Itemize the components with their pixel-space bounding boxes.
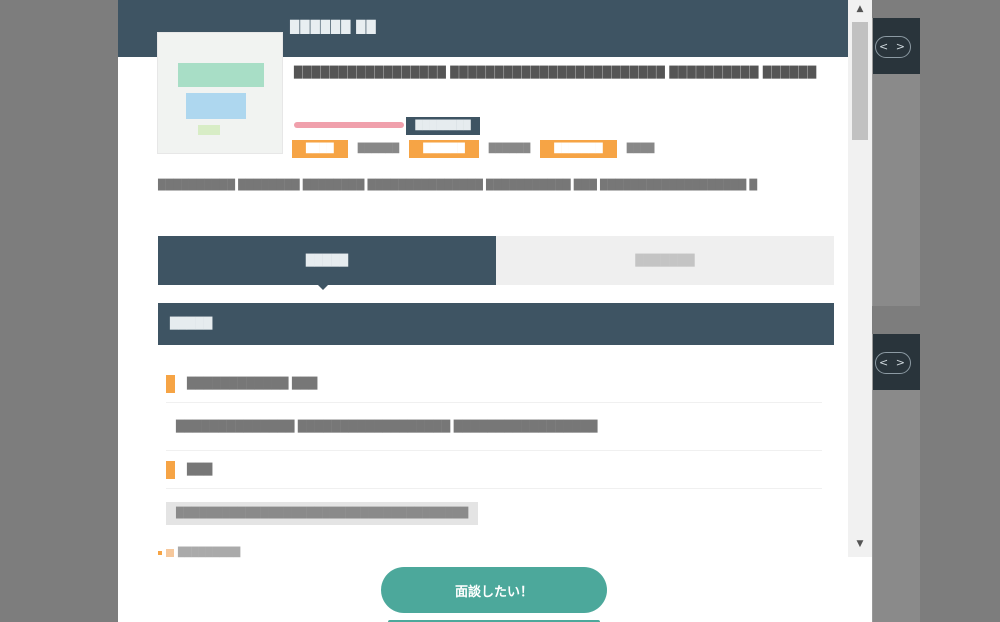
job-title: █████████████████ ██████████████████████… xyxy=(294,66,817,79)
background-card: < > xyxy=(872,334,920,622)
request-interview-button[interactable]: 面談したい！ xyxy=(381,567,607,613)
bullet-icon xyxy=(158,551,162,555)
row-label: ██████████████ ██████████████████ ██████… xyxy=(176,420,598,433)
row-marker xyxy=(166,549,174,557)
thumbnail-block xyxy=(178,63,264,87)
salary-bar xyxy=(294,122,404,128)
thumbnail-block xyxy=(198,125,220,135)
pager-arrows: < > xyxy=(875,36,911,58)
job-lead-text: ██████████ ████████ ████████ ███████████… xyxy=(158,180,758,191)
scrollbar-thumb[interactable] xyxy=(852,22,868,140)
background-card: < > xyxy=(872,18,920,306)
list-item: ██████████████ ██████████████████ ██████… xyxy=(166,403,822,451)
thumbnail-block xyxy=(186,93,246,119)
row-label: ██████████████████████████████████████ xyxy=(166,501,479,525)
info-list: ████████████ ███ ██████████████ ████████… xyxy=(166,365,822,537)
list-item-partial: █████████ xyxy=(158,548,240,558)
row-marker xyxy=(166,460,175,479)
background-card-header: < > xyxy=(873,18,920,74)
tag: ████ xyxy=(292,140,348,158)
pager-arrows: < > xyxy=(875,352,911,374)
background-card-header: < > xyxy=(873,334,920,390)
row-label: ███ xyxy=(187,463,213,476)
scroll-up-arrow-icon[interactable]: ▲ xyxy=(848,4,872,18)
tab-other[interactable]: ███████ xyxy=(496,236,834,285)
detail-tabs: █████ ███████ xyxy=(158,236,834,290)
tag: ██████ xyxy=(488,144,531,154)
tab-label: ███████ xyxy=(635,254,695,267)
row-label: █████████ xyxy=(178,548,241,558)
tag: ██████ xyxy=(409,140,479,158)
tab-label: █████ xyxy=(305,254,349,267)
scroll-down-arrow-icon[interactable]: ▼ xyxy=(848,539,872,553)
tab-details[interactable]: █████ xyxy=(158,236,496,290)
modal-scrollbar[interactable]: ▲ ▼ xyxy=(848,0,872,557)
section-title: █████ xyxy=(158,303,834,345)
list-item: ██████████████████████████████████████ xyxy=(166,489,822,537)
list-item: ███ xyxy=(166,451,822,489)
job-detail-modal: ██████ ██ █████████████████ ████████████… xyxy=(118,0,872,622)
row-marker xyxy=(166,374,175,393)
tag: ███████ xyxy=(540,140,617,158)
tag: ██████ xyxy=(357,144,400,154)
salary-badge: ████████ xyxy=(406,117,480,135)
tag-list: ████ ██████ ██████ ██████ ███████ ████ xyxy=(292,140,654,158)
modal-header-title: ██████ ██ xyxy=(290,20,377,34)
job-thumbnail xyxy=(158,33,282,153)
list-item: ████████████ ███ xyxy=(166,365,822,403)
tag: ████ xyxy=(626,144,655,154)
row-label: ████████████ ███ xyxy=(187,377,318,390)
